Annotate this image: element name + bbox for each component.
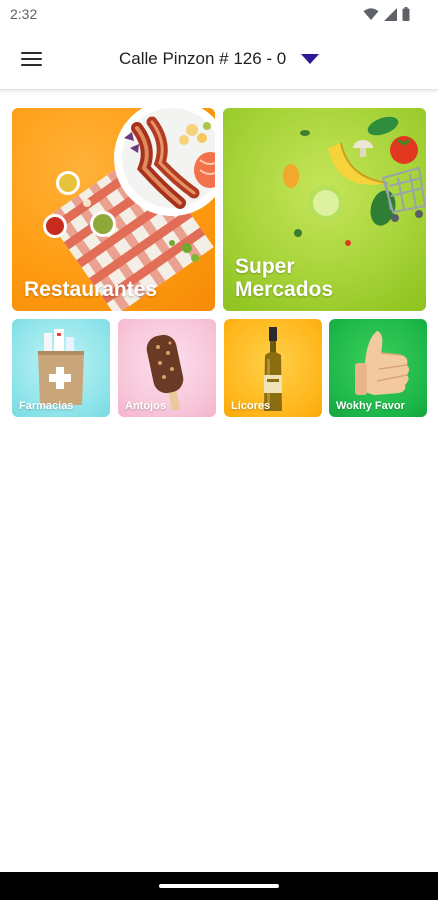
- category-label: Antojos: [125, 399, 166, 412]
- wifi-icon: [363, 7, 379, 20]
- category-antojos[interactable]: Antojos: [118, 319, 216, 417]
- category-label: Super Mercados: [235, 254, 334, 301]
- status-icons: [363, 7, 410, 21]
- address-selector[interactable]: Calle Pinzon # 126 - 0: [0, 48, 438, 69]
- category-licores[interactable]: Licores: [224, 319, 322, 417]
- category-label: Farmacias: [19, 399, 74, 412]
- caret-down-icon[interactable]: [301, 53, 319, 64]
- signal-icon: [384, 7, 397, 21]
- battery-icon: [402, 7, 410, 21]
- category-label: Wokhy Favor: [336, 399, 405, 412]
- address-text: Calle Pinzon # 126 - 0: [118, 48, 287, 68]
- category-label: Restaurantes: [24, 277, 158, 301]
- category-supermercados[interactable]: Super Mercados: [223, 108, 426, 311]
- category-restaurantes[interactable]: Restaurantes: [12, 108, 215, 311]
- app-bar: Calle Pinzon # 126 - 0: [0, 28, 438, 90]
- category-farmacias[interactable]: Farmacias: [12, 319, 110, 417]
- system-navigation-bar: [0, 872, 438, 900]
- category-label: Licores: [231, 399, 271, 412]
- status-time: 2:32: [10, 6, 38, 22]
- category-wokhy-favor[interactable]: Wokhy Favor: [329, 319, 427, 417]
- status-bar: 2:32: [0, 0, 438, 28]
- home-gesture-pill[interactable]: [159, 884, 279, 888]
